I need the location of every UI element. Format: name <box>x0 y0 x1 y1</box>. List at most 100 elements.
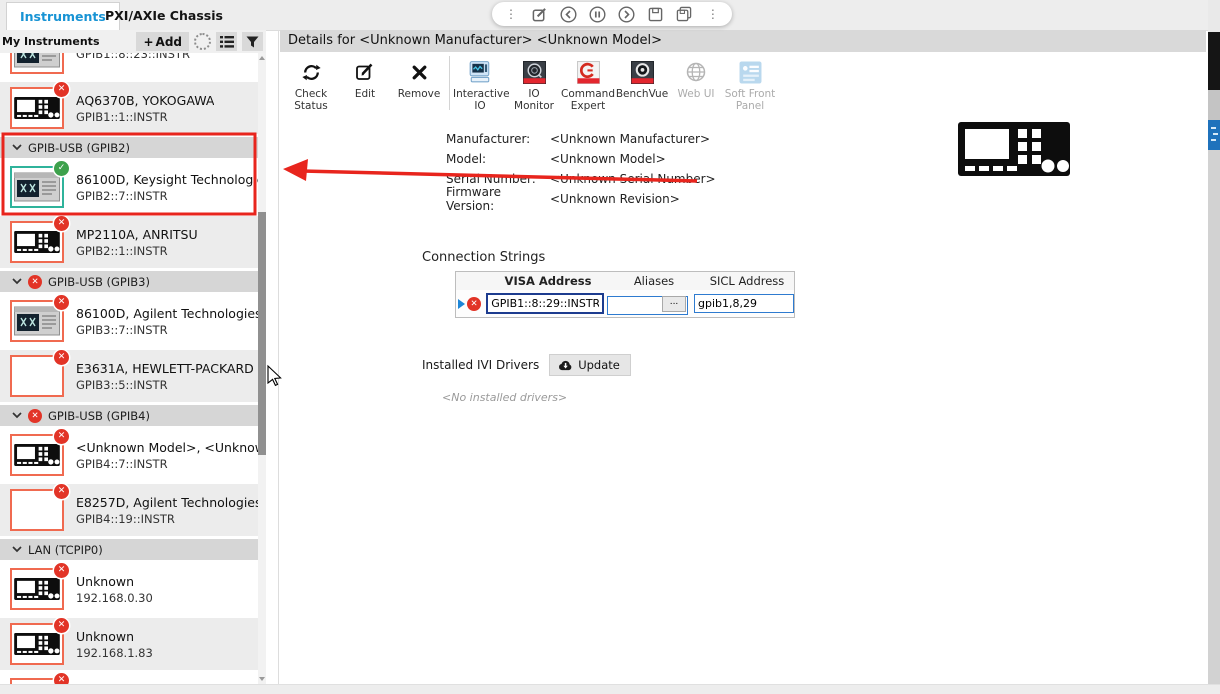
instrument-pictogram-icon: ✕ <box>10 434 64 476</box>
toolbar-edit-button[interactable]: Edit <box>338 56 392 100</box>
group-header-gpib-usb-gpib2[interactable]: GPIB-USB (GPIB2) <box>0 137 258 158</box>
toolbar-check-status-button[interactable]: Check Status <box>284 56 338 112</box>
instrument-address: GPIB2::1::INSTR <box>76 244 198 258</box>
instrument-preview-image <box>958 122 1070 180</box>
list-item-mp2110a[interactable]: ✕MP2110A, ANRITSUGPIB2::1::INSTR <box>0 216 258 268</box>
instrument-pictogram-icon <box>958 122 1070 176</box>
status-error-badge: ✕ <box>54 295 69 310</box>
connection-strings-title: Connection Strings <box>422 250 545 265</box>
no-drivers-text: <No installed drivers> <box>442 391 567 404</box>
list-item-e3631a[interactable]: ✕E3631A, HEWLETT-PACKARDGPIB3::5::INSTR <box>0 350 258 402</box>
step-back-icon[interactable] <box>560 5 578 23</box>
plus-icon: + <box>143 35 153 49</box>
list-item-86100d[interactable]: ✕86100D, Agilent TechnologiesGPIB3::7::I… <box>0 295 258 347</box>
scroll-up-arrow[interactable] <box>259 56 265 60</box>
list-item-unknown[interactable]: ✕Unknown192.168.0.30 <box>0 563 258 615</box>
instrument-pictogram-icon: ✕ <box>10 568 64 610</box>
toolbar-remove-button[interactable]: Remove <box>392 56 446 100</box>
list-view-button[interactable] <box>216 32 237 51</box>
group-header-gpib-usb-gpib3[interactable]: ✕GPIB-USB (GPIB3) <box>0 271 258 292</box>
scrollbar-thumb[interactable] <box>258 212 266 455</box>
instrument-pictogram-icon: ✕ <box>10 221 64 263</box>
chevron-down-icon <box>12 278 22 285</box>
io-monitor-icon <box>507 59 561 85</box>
list-item-unknown-model[interactable]: ✕<Unknown Model>, <Unknown M...GPIB4::7:… <box>0 429 258 481</box>
status-error-badge: ✕ <box>54 350 69 365</box>
connection-strings-table: VISA Address Aliases SICL Address ✕ ... <box>455 271 795 318</box>
toolbar-benchvue-button[interactable]: BenchVue <box>615 56 669 100</box>
instrument-pictogram-icon <box>14 231 60 253</box>
visa-address-input[interactable] <box>486 293 604 314</box>
instrument-photo-icon: ✕ <box>10 53 64 74</box>
sicl-address-input[interactable] <box>694 294 794 313</box>
group-header-lan-tcpip0[interactable]: LAN (TCPIP0) <box>0 539 258 560</box>
instrument-name: 86100D, Agilent Technologies <box>76 306 258 321</box>
remove-icon <box>392 59 446 85</box>
chevron-down-icon <box>12 546 22 553</box>
instrument-address: GPIB3::7::INSTR <box>76 323 258 337</box>
tab-pxi-axie-chassis[interactable]: PXI/AXIe Chassis <box>92 2 236 29</box>
chevron-down-icon <box>12 144 22 151</box>
save-icon[interactable] <box>646 5 664 23</box>
detail-value: <Unknown Manufacturer> <box>550 132 710 146</box>
list-item-aq6370b[interactable]: ✕AQ6370B, YOKOGAWAGPIB1::1::INSTR <box>0 82 258 134</box>
scroll-down-arrow[interactable] <box>259 677 265 681</box>
menu-dots-icon[interactable]: ⋮ <box>704 5 722 23</box>
edit-icon[interactable] <box>531 5 549 23</box>
detail-label: Firmware Version: <box>446 185 550 213</box>
instrument-name: Unknown <box>76 629 153 644</box>
detail-value: <Unknown Revision> <box>550 192 680 206</box>
command-expert-icon <box>561 59 615 85</box>
add-instrument-button[interactable]: +Add <box>136 32 189 51</box>
detail-row-model: Model:<Unknown Model> <box>446 149 716 169</box>
table-row: ✕ ... <box>456 290 794 317</box>
detail-label: Serial Number: <box>446 172 550 186</box>
list-item[interactable]: ✕ <box>0 673 258 684</box>
instrument-photo-icon: ✕ <box>10 300 64 342</box>
detail-label: Model: <box>446 152 550 166</box>
instrument-empty-icon: ✕ <box>10 489 64 531</box>
col-aliases: Aliases <box>608 274 700 288</box>
list-view-icon <box>220 36 234 48</box>
save-all-icon[interactable] <box>675 5 693 23</box>
step-forward-icon[interactable] <box>617 5 635 23</box>
instrument-photo-icon <box>14 306 60 336</box>
instrument-name: E8257D, Agilent Technologies <box>76 495 258 510</box>
toolbar-button-label: Interactive IO <box>453 88 507 112</box>
aliases-browse-button[interactable]: ... <box>662 296 686 312</box>
list-item-unknown[interactable]: ✕Unknown192.168.1.83 <box>0 618 258 670</box>
toolbar-web-ui-button: Web UI <box>669 56 723 100</box>
toolbar-button-label: Command Expert <box>561 88 615 112</box>
group-error-badge: ✕ <box>28 409 42 423</box>
cloud-download-icon <box>558 360 573 371</box>
list-item-86100d[interactable]: ✓86100D, Keysight TechnologiesGPIB2::7::… <box>0 161 258 213</box>
menu-dots-icon[interactable]: ⋮ <box>502 5 520 23</box>
toolbar-command-expert-button[interactable]: Command Expert <box>561 56 615 112</box>
instrument-pictogram-icon <box>14 97 60 119</box>
filter-button[interactable] <box>242 32 263 51</box>
pause-icon[interactable] <box>589 5 607 23</box>
row-error-badge: ✕ <box>467 297 481 311</box>
instrument-pictogram-icon <box>14 578 60 600</box>
group-header-gpib-usb-gpib4[interactable]: ✕GPIB-USB (GPIB4) <box>0 405 258 426</box>
toolbar-interactive-io-button[interactable]: Interactive IO <box>453 56 507 112</box>
web-ui-icon <box>669 59 723 85</box>
group-label: GPIB-USB (GPIB2) <box>28 141 130 155</box>
toolbar-soft-front-panel-button: Soft Front Panel <box>723 56 777 112</box>
instrument-address: GPIB4::7::INSTR <box>76 457 258 471</box>
status-error-badge: ✕ <box>54 429 69 444</box>
detail-value: <Unknown Model> <box>550 152 666 166</box>
sidebar-scrollbar[interactable] <box>258 53 266 684</box>
instrument-name: AQ6370B, YOKOGAWA <box>76 93 214 108</box>
instrument-address: GPIB1::8::23::INSTR <box>76 53 190 61</box>
instrument-name: 86100D, Keysight Technologies <box>76 172 258 187</box>
instrument-name: E3631A, HEWLETT-PACKARD <box>76 361 254 376</box>
status-error-badge: ✕ <box>54 82 69 97</box>
toolbar-io-monitor-button[interactable]: IO Monitor <box>507 56 561 112</box>
list-item[interactable]: ✕ GPIB1::8::23::INSTR <box>0 53 258 79</box>
update-drivers-button[interactable]: Update <box>549 354 631 376</box>
benchvue-icon <box>615 59 669 85</box>
list-item-e8257d[interactable]: ✕E8257D, Agilent TechnologiesGPIB4::19::… <box>0 484 258 536</box>
col-sicl-address: SICL Address <box>700 274 794 288</box>
instrument-name: Unknown <box>76 574 153 589</box>
